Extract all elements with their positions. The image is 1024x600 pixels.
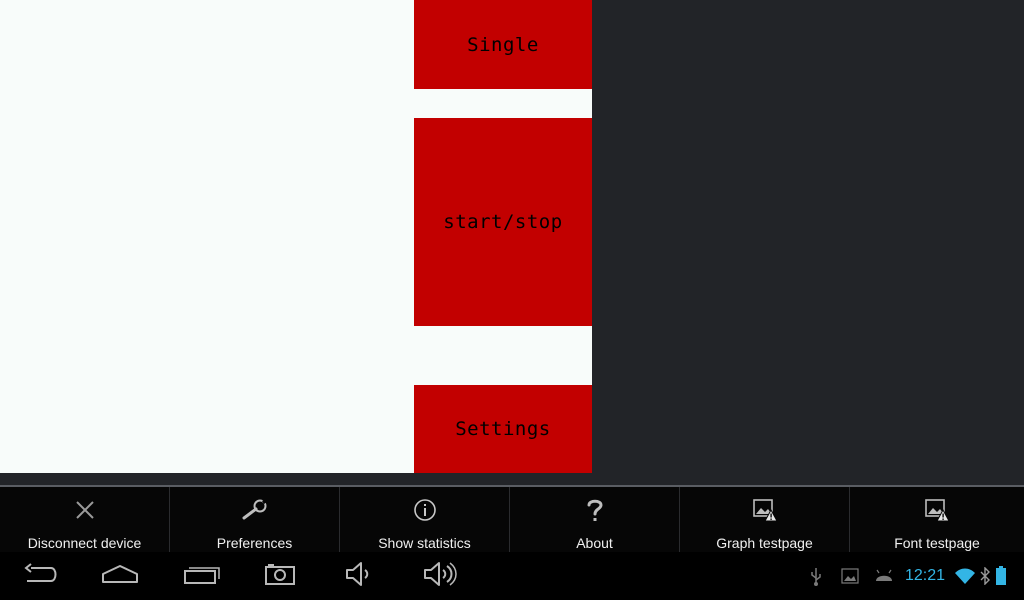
image-warning-icon: [923, 496, 951, 524]
single-button[interactable]: Single: [414, 0, 592, 89]
volume-up-button[interactable]: [422, 560, 458, 592]
menu-item-disconnect-device[interactable]: Disconnect device: [0, 487, 170, 552]
volume-up-icon: [422, 560, 458, 592]
screenshot-icon: [263, 562, 297, 590]
system-nav-bar: 12:21: [0, 552, 1024, 600]
menu-item-label: Show statistics: [378, 535, 471, 551]
options-menu: Disconnect device Preferences Show stati…: [0, 487, 1024, 552]
question-icon: [581, 496, 609, 524]
menu-item-about[interactable]: About: [510, 487, 680, 552]
start-stop-button-label: start/stop: [443, 211, 563, 233]
wifi-icon: [954, 566, 976, 586]
back-icon: [21, 562, 61, 590]
menu-item-label: Graph testpage: [716, 535, 813, 551]
canvas-bottom-strip: [0, 473, 1024, 485]
recent-apps-icon: [181, 562, 221, 590]
wrench-icon: [241, 496, 269, 524]
image-warning-icon: [751, 496, 779, 524]
single-button-label: Single: [467, 33, 539, 56]
menu-item-label: Preferences: [216, 535, 293, 551]
battery-icon: [994, 566, 1008, 586]
app-window: Single start/stop Settings Disconnect de…: [0, 0, 1024, 600]
right-panel: [592, 0, 1024, 485]
recent-apps-button[interactable]: [180, 560, 222, 592]
info-icon: [411, 496, 439, 524]
menu-item-graph-testpage[interactable]: Graph testpage: [680, 487, 850, 552]
android-debug-icon: [874, 566, 894, 586]
close-icon: [71, 496, 99, 524]
screenshot-button[interactable]: [262, 560, 298, 592]
home-icon: [100, 562, 140, 590]
menu-item-label: About: [576, 535, 613, 551]
volume-down-icon: [343, 560, 377, 592]
menu-item-label: Font testpage: [894, 535, 980, 551]
volume-down-button[interactable]: [342, 560, 378, 592]
menu-item-label: Disconnect device: [27, 535, 142, 551]
usb-icon: [808, 566, 824, 586]
settings-button[interactable]: Settings: [414, 385, 592, 473]
settings-button-label: Settings: [455, 418, 551, 440]
home-button[interactable]: [99, 560, 141, 592]
menu-item-font-testpage[interactable]: Font testpage: [850, 487, 1024, 552]
back-button[interactable]: [20, 560, 62, 592]
bluetooth-icon: [979, 566, 991, 586]
start-stop-button[interactable]: start/stop: [414, 118, 592, 326]
gallery-icon: [841, 566, 859, 586]
menu-item-show-statistics[interactable]: Show statistics: [340, 487, 510, 552]
status-clock: 12:21: [905, 567, 946, 584]
menu-item-preferences[interactable]: Preferences: [170, 487, 340, 552]
